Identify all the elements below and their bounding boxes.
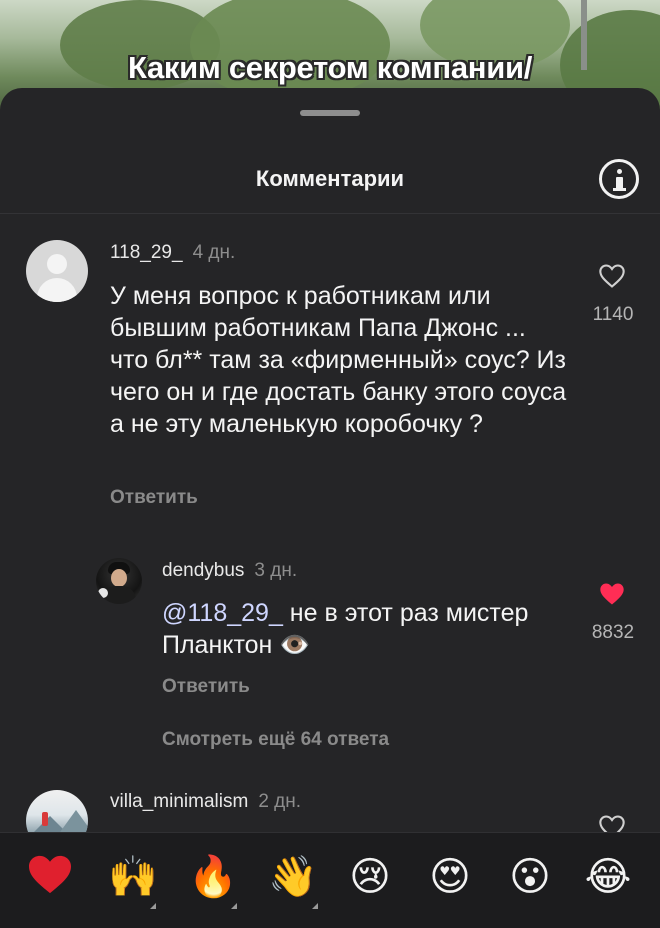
- reply-button[interactable]: Ответить: [110, 487, 198, 509]
- username-text[interactable]: 118_29_: [110, 242, 183, 263]
- avatar[interactable]: [26, 240, 88, 302]
- sheet-grabber[interactable]: [300, 110, 360, 116]
- tears-of-joy-icon[interactable]: 😂: [584, 853, 632, 901]
- header-divider: [0, 213, 660, 214]
- reply-text: @118_29_ не в этот раз мистер Планктон 👁…: [162, 597, 572, 661]
- reply-button[interactable]: Ответить: [162, 676, 250, 698]
- heart-eyes-icon[interactable]: 😍: [426, 853, 474, 901]
- comment-username[interactable]: villa_minimalism 2 дн.: [110, 791, 301, 813]
- mention-link[interactable]: @118_29_: [162, 599, 283, 627]
- sheet-title: Комментарии: [255, 166, 405, 191]
- variant-indicator: [150, 903, 156, 909]
- red-heart-icon[interactable]: [27, 853, 73, 895]
- reply-like-count: 8832: [591, 622, 635, 643]
- raising-hands-icon[interactable]: 🙌: [108, 853, 158, 901]
- comment-username[interactable]: 118_29_ 4 дн.: [110, 242, 235, 264]
- username-text[interactable]: dendybus: [162, 560, 244, 581]
- like-count: 1140: [592, 304, 634, 325]
- fire-icon[interactable]: 🔥: [188, 853, 238, 901]
- reply-avatar[interactable]: [96, 558, 142, 604]
- comment-text: У меня вопрос к работникам или бывшим ра…: [110, 282, 567, 438]
- comments-sheet: Комментарии 118_29_ 4 дн. У меня вопрос к…: [0, 88, 660, 928]
- comment-timestamp: 2 дн.: [258, 791, 302, 812]
- surprised-face-icon[interactable]: 😮: [506, 853, 554, 901]
- variant-indicator: [312, 903, 318, 909]
- variant-indicator: [231, 903, 237, 909]
- like-heart-outline-icon[interactable]: [598, 263, 626, 289]
- reply-timestamp: 3 дн.: [254, 560, 298, 581]
- username-text[interactable]: villa_minimalism: [110, 791, 248, 812]
- info-icon[interactable]: [599, 159, 639, 199]
- video-caption: Каким секретом компании/: [127, 50, 533, 85]
- waving-hand-icon[interactable]: 👋: [268, 853, 318, 901]
- crying-face-icon[interactable]: 😢: [346, 853, 394, 901]
- reply-username[interactable]: dendybus 3 дн.: [162, 560, 297, 582]
- comment-timestamp: 4 дн.: [192, 242, 236, 263]
- view-more-replies-button[interactable]: Смотреть ещё 64 ответа: [162, 729, 389, 751]
- emoji-reaction-bar: 🙌 🔥 👋 😢 😍 😮 😂: [0, 832, 660, 928]
- like-heart-filled-icon[interactable]: [598, 581, 626, 607]
